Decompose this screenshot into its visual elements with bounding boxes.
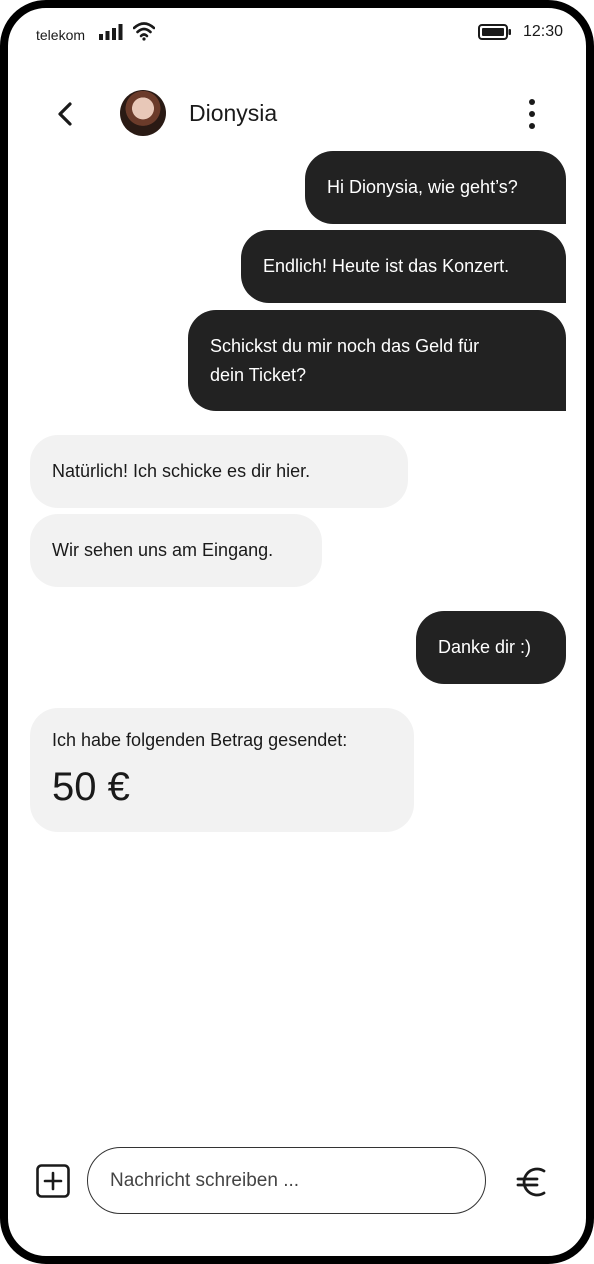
payment-message[interactable]: Ich habe folgenden Betrag gesendet: 50 € [30,708,414,832]
message-text: Danke dir :) [438,637,532,657]
payment-label: Ich habe folgenden Betrag gesendet: [52,730,348,750]
message-text: Hi Dionysia, wie geht’s? [327,177,518,197]
battery-icon [478,24,511,40]
message-outgoing[interactable]: Danke dir :) [416,611,566,684]
message-text-line: dein Ticket? [210,364,307,385]
message-input-wrapper[interactable] [87,1147,486,1214]
avatar[interactable] [120,90,166,136]
status-bar: telekom 12:30 [8,8,586,68]
signal-icon [99,24,123,40]
message-incoming[interactable]: Natürlich! Ich schicke es dir hier. [30,435,408,508]
message-text: Endlich! Heute ist das Konzert. [263,256,510,276]
message-incoming[interactable]: Wir sehen uns am Eingang. [30,514,322,587]
message-text-line: Schickst du mir noch das Geld für [210,335,480,356]
message-input[interactable] [110,1169,485,1192]
payment-amount: 50 € [52,765,130,809]
message-outgoing[interactable]: Endlich! Heute ist das Konzert. [241,230,566,303]
back-arrow-icon[interactable] [52,98,80,130]
euro-icon[interactable] [513,1162,553,1202]
phone-frame: telekom 12:30 Dionysia Hi Dionysia, wie … [0,0,594,1264]
contact-name[interactable]: Dionysia [189,100,277,127]
clock: 12:30 [523,23,564,40]
carrier-label: telekom [36,27,86,43]
message-text: Wir sehen uns am Eingang. [52,540,274,560]
message-outgoing[interactable]: Schickst du mir noch das Geld für dein T… [188,310,566,411]
message-text: Schickst du mir noch das Geld für dein T… [210,332,479,390]
more-vertical-icon[interactable] [520,96,544,132]
message-outgoing[interactable]: Hi Dionysia, wie geht’s? [305,151,566,224]
message-text: Natürlich! Ich schicke es dir hier. [52,461,311,481]
wifi-icon [133,22,155,41]
message-composer [8,1138,586,1218]
add-square-icon[interactable] [36,1164,70,1198]
chat-header: Dionysia [8,78,586,148]
